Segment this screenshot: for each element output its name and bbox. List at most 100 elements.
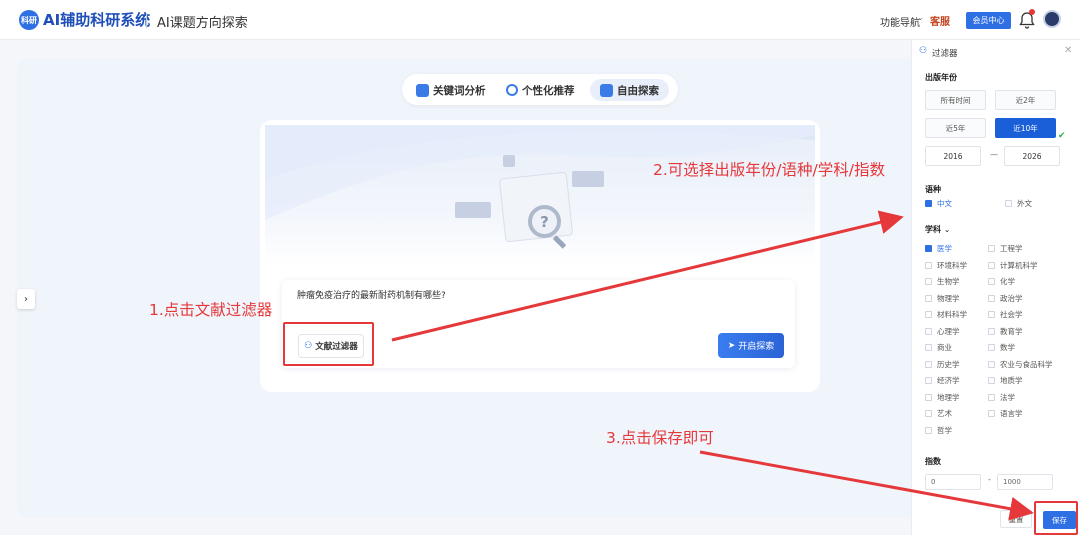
- chat-bubble-icon: [455, 202, 491, 218]
- notification-dot: [1029, 9, 1035, 15]
- chevron-down-icon: ⌄: [943, 225, 951, 234]
- subject-checkbox[interactable]: 农业与食品科学: [988, 359, 1053, 370]
- checkbox-icon: [925, 311, 932, 318]
- explore-icon: [600, 83, 613, 97]
- year-option-all[interactable]: 所有时间: [925, 90, 986, 110]
- top-bar: 科研 AI辅助科研系统 AI课题方向探索 功能导航 ⌄ 客服 会员中心: [0, 0, 1080, 40]
- subject-checkbox[interactable]: 材料科学: [925, 309, 967, 320]
- subject-checkbox[interactable]: 计算机科学: [988, 260, 1038, 271]
- checkbox-icon: [925, 377, 932, 384]
- checkbox-icon: [988, 377, 995, 384]
- subject-section-label[interactable]: 学科 ⌄: [925, 224, 951, 235]
- customer-service-button[interactable]: 客服: [930, 13, 950, 28]
- chat-bubble-icon: [503, 155, 515, 167]
- subject-checkbox[interactable]: 历史学: [925, 359, 960, 370]
- checkbox-icon: [925, 344, 932, 351]
- tab-free-explore[interactable]: 自由探索: [590, 79, 669, 101]
- annotation-step2: 2.可选择出版年份/语种/学科/指数: [653, 161, 885, 179]
- year-from-input[interactable]: 2016: [925, 146, 981, 166]
- checkbox-icon: [925, 426, 932, 434]
- subject-label: 哲学: [937, 425, 952, 435]
- language-section-label: 语种: [925, 185, 941, 194]
- subject-checkbox[interactable]: 环境科学: [925, 260, 967, 271]
- checkbox-icon: [925, 410, 932, 417]
- logo-icon[interactable]: 科研: [19, 10, 39, 30]
- subject-checkbox[interactable]: 地质学: [988, 375, 1023, 386]
- checkbox-icon: [988, 294, 995, 302]
- chat-bubble-icon: [572, 171, 604, 187]
- start-explore-button[interactable]: ➤ 开启探索: [718, 333, 784, 358]
- page-subtitle: AI课题方向探索: [157, 16, 248, 31]
- header-divider: [146, 13, 147, 28]
- annotation-step1: 1.点击文献过滤器: [149, 301, 273, 319]
- filter-icon: ⚇: [919, 46, 928, 56]
- subject-label: 生物学: [937, 277, 960, 286]
- index-min-input[interactable]: 0: [925, 474, 981, 490]
- keyword-icon: [416, 83, 429, 97]
- year-option-5y[interactable]: 近5年: [925, 118, 986, 138]
- tab-label: 自由探索: [617, 84, 659, 97]
- filter-title: 过滤器: [932, 49, 958, 59]
- index-section-label: 指数: [925, 457, 941, 466]
- checkbox-icon: [988, 360, 995, 368]
- check-icon: ✔: [1058, 131, 1066, 141]
- subject-checkbox[interactable]: 艺术: [925, 408, 952, 419]
- index-max-input[interactable]: 1000: [997, 474, 1053, 490]
- subject-checkbox[interactable]: 数学: [988, 342, 1015, 353]
- member-center-button[interactable]: 会员中心: [966, 12, 1011, 29]
- card-illustration-area: ?: [265, 125, 815, 265]
- subject-label: 工程学: [1000, 244, 1023, 253]
- subject-label: 教育学: [1000, 326, 1023, 336]
- subject-checkbox[interactable]: 地理学: [925, 392, 960, 403]
- year-to-input[interactable]: 2026: [1004, 146, 1060, 166]
- subject-checkbox[interactable]: 法学: [988, 392, 1015, 403]
- tab-keyword-analysis[interactable]: 关键词分析: [416, 79, 486, 101]
- subject-checkbox[interactable]: 哲学: [925, 425, 952, 436]
- subject-checkbox[interactable]: 生物学: [925, 276, 960, 287]
- checkbox-icon: [925, 245, 932, 252]
- subject-checkbox[interactable]: 政治学: [988, 293, 1023, 304]
- language-checkbox[interactable]: 中文: [925, 198, 952, 209]
- subject-checkbox[interactable]: 语言学: [988, 408, 1023, 419]
- query-text[interactable]: 肿瘤免疫治疗的最新耐药机制有哪些?: [297, 288, 446, 301]
- brand-title[interactable]: AI辅助科研系统: [43, 9, 150, 30]
- index-range-dash: -: [988, 475, 991, 484]
- subject-checkbox[interactable]: 工程学: [988, 243, 1023, 254]
- checkbox-icon: [1005, 200, 1012, 207]
- reset-button[interactable]: 重置: [1000, 510, 1032, 528]
- subject-label: 经济学: [937, 376, 960, 385]
- chevron-right-icon: ›: [24, 293, 28, 305]
- subject-checkbox[interactable]: 商业: [925, 342, 952, 353]
- send-icon: ➤: [727, 340, 736, 351]
- language-checkbox[interactable]: 外文: [1005, 198, 1032, 209]
- filter-panel: ⚇ 过滤器 ✕ 出版年份 所有时间 近2年 近5年 近10年 ✔ 2016 — …: [911, 40, 1080, 535]
- subject-checkbox[interactable]: 物理学: [925, 293, 960, 304]
- checkbox-icon: [988, 327, 995, 335]
- checkbox-icon: [925, 360, 932, 368]
- annotation-step3: 3.点击保存即可: [606, 429, 714, 447]
- avatar[interactable]: [1043, 10, 1061, 28]
- subject-checkbox[interactable]: 教育学: [988, 326, 1023, 337]
- annotation-highlight-filter: [283, 322, 374, 366]
- checkbox-icon: [925, 261, 932, 269]
- subject-label: 化学: [1000, 277, 1015, 286]
- nav-menu-button[interactable]: 功能导航: [880, 14, 920, 29]
- subject-label: 地质学: [1000, 376, 1023, 385]
- subject-label: 计算机科学: [1000, 260, 1038, 270]
- close-icon[interactable]: ✕: [1064, 45, 1072, 56]
- subject-label: 社会学: [1000, 310, 1023, 319]
- tab-personalized[interactable]: 个性化推荐: [506, 79, 575, 101]
- tab-label: 关键词分析: [433, 84, 486, 97]
- subject-checkbox[interactable]: 化学: [988, 276, 1015, 287]
- subject-label: 历史学: [937, 359, 960, 369]
- subject-checkbox[interactable]: 医学: [925, 243, 952, 254]
- expand-sidebar-button[interactable]: ›: [17, 289, 35, 309]
- subject-checkbox[interactable]: 经济学: [925, 375, 960, 386]
- mode-tabs: 关键词分析 个性化推荐 自由探索: [402, 74, 678, 105]
- subject-checkbox[interactable]: 心理学: [925, 326, 960, 337]
- subject-checkbox[interactable]: 社会学: [988, 309, 1023, 320]
- checkbox-icon: [988, 410, 995, 417]
- subject-label: 环境科学: [937, 260, 967, 270]
- year-option-10y[interactable]: 近10年: [995, 118, 1056, 138]
- year-option-2y[interactable]: 近2年: [995, 90, 1056, 110]
